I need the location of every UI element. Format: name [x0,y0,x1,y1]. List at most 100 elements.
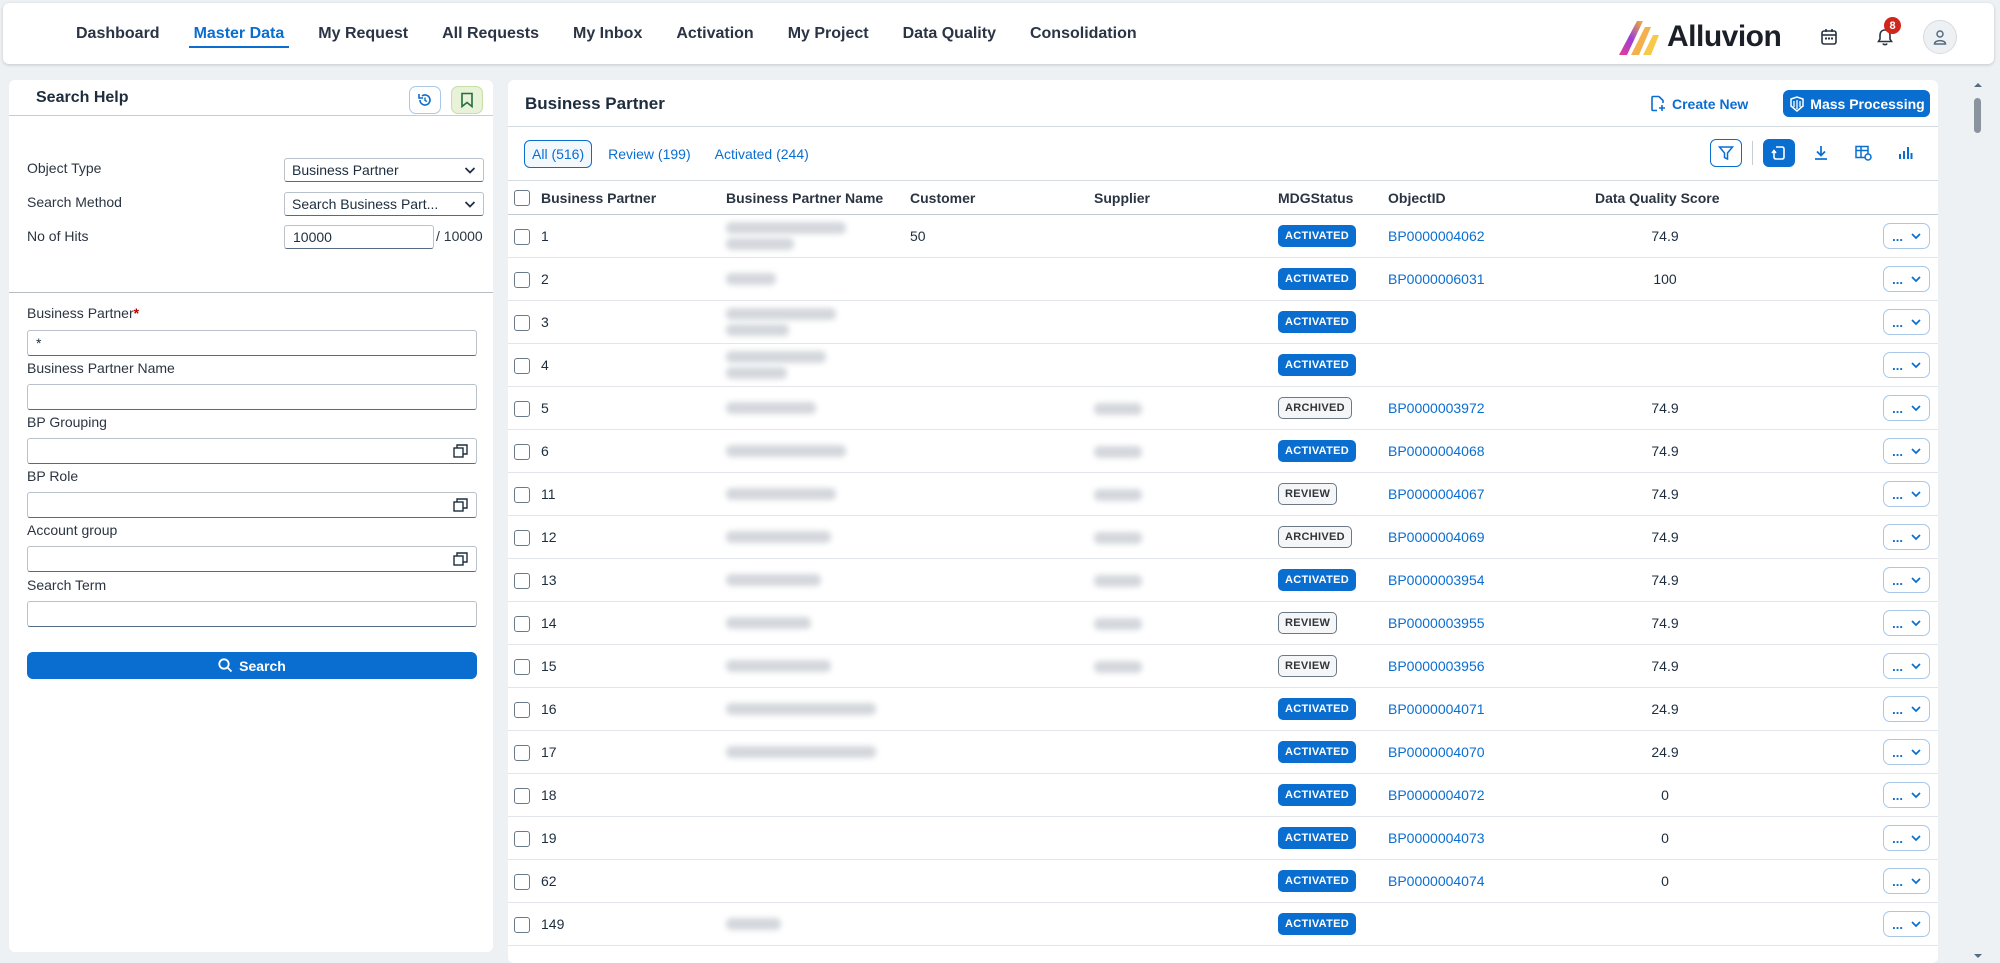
scroll-down-icon[interactable] [1971,951,1985,961]
table-row[interactable]: 16 ACTIVATED BP0000004071 24.9... [508,687,1938,731]
refresh-button[interactable] [1763,139,1795,167]
page-scrollbar[interactable] [1971,78,1985,963]
row-checkbox[interactable] [514,314,530,331]
value-help-icon[interactable] [453,552,468,566]
filter-button[interactable] [1710,139,1742,167]
user-avatar[interactable] [1923,20,1957,54]
row-checkbox[interactable] [514,443,530,460]
row-actions-button[interactable]: ... [1883,696,1930,722]
tab-all[interactable]: All (516) [524,140,593,168]
value-help-icon[interactable] [453,498,468,512]
search-method-select[interactable]: Search Business Part... [284,192,484,216]
nav-all-requests[interactable]: All Requests [425,3,556,64]
table-row[interactable]: 3 ACTIVATED... [508,300,1938,344]
table-row[interactable]: 6 ACTIVATED BP0000004068 74.9... [508,429,1938,473]
row-checkbox[interactable] [514,701,530,718]
row-actions-button[interactable]: ... [1883,395,1930,421]
brand-logo[interactable]: Alluvion [1617,17,1782,57]
nav-data-quality[interactable]: Data Quality [886,3,1013,64]
row-actions-button[interactable]: ... [1883,782,1930,808]
row-actions-button[interactable]: ... [1883,739,1930,765]
table-settings-button[interactable] [1847,139,1879,167]
search-button[interactable]: Search [27,652,477,679]
row-actions-button[interactable]: ... [1883,911,1930,937]
row-checkbox[interactable] [514,486,530,503]
row-checkbox[interactable] [514,271,530,288]
column-business-partner-name[interactable]: Business Partner Name [726,180,910,215]
table-row[interactable]: 149 ACTIVATED... [508,902,1938,946]
object-id-link[interactable]: BP0000004074 [1388,873,1485,889]
mass-processing-button[interactable]: Mass Processing [1783,90,1930,117]
create-new-button[interactable]: Create New [1650,95,1748,112]
bell-icon[interactable]: 8 [1867,17,1903,55]
value-help-icon[interactable] [453,444,468,458]
row-checkbox[interactable] [514,658,530,675]
object-id-link[interactable]: BP0000004070 [1388,744,1485,760]
object-id-link[interactable]: BP0000006031 [1388,271,1485,287]
nav-master-data[interactable]: Master Data [177,3,302,64]
bp-grouping-input[interactable] [27,438,477,464]
column-supplier[interactable]: Supplier [1094,180,1278,215]
row-actions-button[interactable]: ... [1883,352,1930,378]
object-id-link[interactable]: BP0000003955 [1388,615,1485,631]
table-row[interactable]: 62 ACTIVATED BP0000004074 0... [508,859,1938,903]
row-checkbox[interactable] [514,873,530,890]
row-actions-button[interactable]: ... [1883,825,1930,851]
table-row[interactable]: 14 REVIEW BP0000003955 74.9... [508,601,1938,645]
object-id-link[interactable]: BP0000004062 [1388,228,1485,244]
row-checkbox[interactable] [514,529,530,546]
tab-activated[interactable]: Activated (244) [707,140,817,168]
object-type-select[interactable]: Business Partner [284,158,484,182]
table-row[interactable]: 17 ACTIVATED BP0000004070 24.9... [508,730,1938,774]
row-checkbox[interactable] [514,916,530,933]
chart-button[interactable] [1889,139,1921,167]
save-variant-button[interactable] [451,86,483,114]
row-actions-button[interactable]: ... [1883,868,1930,894]
object-id-link[interactable]: BP0000003972 [1388,400,1485,416]
download-button[interactable] [1805,139,1837,167]
row-actions-button[interactable]: ... [1883,481,1930,507]
row-checkbox[interactable] [514,787,530,804]
row-checkbox[interactable] [514,615,530,632]
tab-review[interactable]: Review (199) [600,140,698,168]
table-row[interactable]: 18 ACTIVATED BP0000004072 0... [508,773,1938,817]
row-actions-button[interactable]: ... [1883,223,1930,249]
table-row[interactable]: 1 50 ACTIVATED BP0000004062 74.9... [508,214,1938,258]
scrollbar-thumb[interactable] [1974,98,1981,133]
object-id-link[interactable]: BP0000003956 [1388,658,1485,674]
row-actions-button[interactable]: ... [1883,610,1930,636]
scroll-up-icon[interactable] [1971,80,1985,90]
nav-my-request[interactable]: My Request [301,3,425,64]
nav-activation[interactable]: Activation [659,3,770,64]
row-actions-button[interactable]: ... [1883,266,1930,292]
nav-dashboard[interactable]: Dashboard [59,3,177,64]
row-actions-button[interactable]: ... [1883,567,1930,593]
row-checkbox[interactable] [514,744,530,761]
business-partner-input[interactable]: * [27,330,477,356]
row-actions-button[interactable]: ... [1883,309,1930,335]
nav-my-inbox[interactable]: My Inbox [556,3,659,64]
row-actions-button[interactable]: ... [1883,653,1930,679]
account-group-input[interactable] [27,546,477,572]
object-id-link[interactable]: BP0000004068 [1388,443,1485,459]
no-of-hits-input[interactable]: 10000 [284,225,434,249]
table-row[interactable]: 15 REVIEW BP0000003956 74.9... [508,644,1938,688]
table-row[interactable]: 5 ARCHIVED BP0000003972 74.9... [508,386,1938,430]
object-id-link[interactable]: BP0000004069 [1388,529,1485,545]
object-id-link[interactable]: BP0000004071 [1388,701,1485,717]
row-actions-button[interactable]: ... [1883,524,1930,550]
row-checkbox[interactable] [514,357,530,374]
row-actions-button[interactable]: ... [1883,438,1930,464]
bp-role-input[interactable] [27,492,477,518]
object-id-link[interactable]: BP0000004067 [1388,486,1485,502]
object-id-link[interactable]: BP0000003954 [1388,572,1485,588]
row-checkbox[interactable] [514,228,530,245]
column-mdg-status[interactable]: MDGStatus [1278,180,1388,215]
table-row[interactable]: 12 ARCHIVED BP0000004069 74.9... [508,515,1938,559]
column-object-id[interactable]: ObjectID [1388,180,1595,215]
reset-button[interactable] [409,86,441,114]
row-checkbox[interactable] [514,572,530,589]
calendar-icon[interactable] [1811,19,1847,55]
business-partner-name-input[interactable] [27,384,477,410]
search-term-input[interactable] [27,601,477,627]
